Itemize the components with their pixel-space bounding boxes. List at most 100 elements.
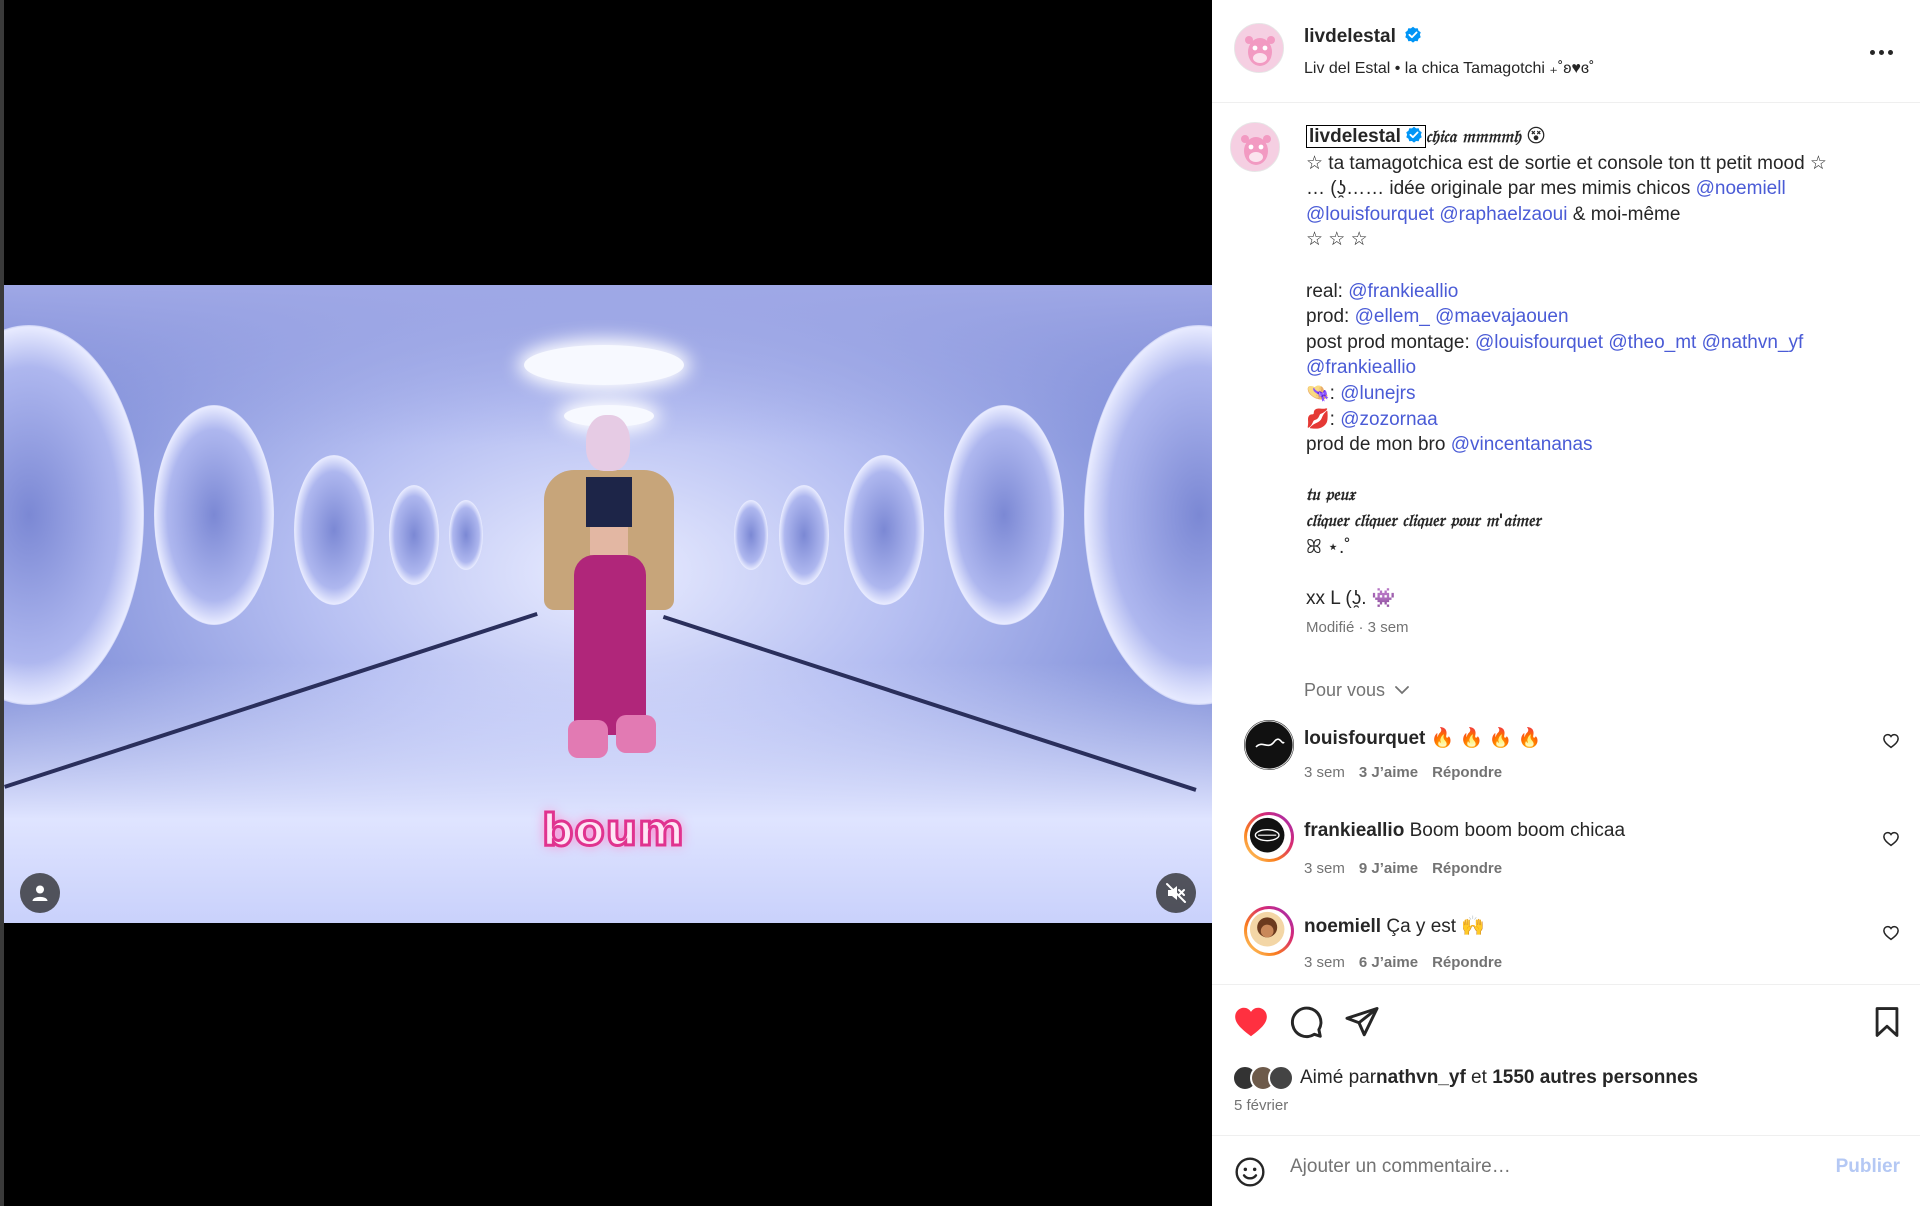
comment-input[interactable] [1290, 1156, 1810, 1178]
caption-line: real: @frankieallio [1306, 279, 1886, 305]
author-subtitle[interactable]: Liv del Estal • la chica Tamagotchi ₊˚ʚ♥… [1304, 58, 1594, 78]
mention-link[interactable]: @zozornaa [1340, 409, 1437, 430]
comment-body: frankieallio Boom boom boom chicaa [1304, 820, 1625, 842]
author-username[interactable]: livdelestal [1304, 26, 1396, 47]
comment-username[interactable]: noemiell [1304, 916, 1381, 937]
comment-reply-button[interactable]: Répondre [1432, 764, 1502, 781]
comment-filter-dropdown[interactable]: Pour vous [1304, 680, 1410, 701]
comment-bubble-icon[interactable] [1288, 1004, 1324, 1040]
comment-username[interactable]: louisfourquet [1304, 728, 1425, 749]
caption-line: @frankieallio [1306, 355, 1886, 381]
tunnel-porthole [449, 500, 483, 570]
mention-link[interactable]: @theo_mt [1608, 332, 1696, 353]
comment-like-heart-icon[interactable] [1882, 732, 1900, 750]
comment-time[interactable]: 3 sem [1304, 764, 1345, 781]
video-player[interactable]: boum [4, 285, 1212, 923]
tunnel-porthole [844, 455, 924, 605]
mention-link[interactable]: @raphaelzaoui [1439, 204, 1567, 225]
caption-text: prod de mon bro [1306, 434, 1451, 456]
media-pane: boum [0, 0, 1212, 1206]
mention-link[interactable]: @frankieallio [1306, 357, 1416, 378]
mention-link[interactable]: @noemiell [1696, 178, 1786, 199]
caption-text: prod: [1306, 306, 1355, 328]
mention-link[interactable]: @lunejrs [1340, 383, 1415, 404]
volume-muted-icon [1166, 883, 1186, 903]
emoji-smiley-icon[interactable] [1234, 1156, 1266, 1188]
comment-likes[interactable]: 9 J’aime [1359, 860, 1418, 877]
caption-text: post prod montage: [1306, 331, 1475, 353]
comment-meta: 3 sem 3 J’aime Répondre [1304, 764, 1502, 781]
caption-title: 𝔠𝔥𝔦𝔠𝔞 𝔪𝔪𝔪𝔪𝔥 [1425, 127, 1521, 147]
comment-like-heart-icon[interactable] [1882, 830, 1900, 848]
mention-link[interactable]: @maevajaouen [1435, 306, 1568, 327]
comment-item: louisfourquet 🔥 🔥 🔥 🔥 3 sem 3 J’aime Répon… [1230, 720, 1900, 800]
comment-avatar[interactable] [1244, 812, 1294, 862]
comment-time[interactable]: 3 sem [1304, 860, 1345, 877]
caption-line: xx L (ʖ̯. 👾 [1306, 587, 1396, 609]
caption-line: prod de mon bro @vincentananas [1306, 432, 1886, 458]
likes-middle: et [1465, 1067, 1493, 1088]
subject-boot [616, 715, 656, 753]
caption-username-box[interactable]: livdelestal [1306, 125, 1426, 148]
subject-boot [568, 720, 608, 758]
tagged-users-button[interactable] [20, 873, 60, 913]
likes-summary[interactable]: Aimé par nathvn_yf et 1550 autres person… [1232, 1065, 1698, 1091]
video-sticker-text: boum [541, 804, 686, 858]
mention-link[interactable]: @vincentananas [1451, 434, 1593, 455]
caption-line: livdelestal 𝔠𝔥𝔦𝔠𝔞 𝔪𝔪𝔪𝔪𝔥 😵 [1306, 124, 1886, 151]
caption-line: 💋: @zozornaa [1306, 408, 1438, 430]
mute-button[interactable] [1156, 873, 1196, 913]
comment-text: Boom boom boom chicaa [1409, 820, 1626, 841]
comments-scroll-area[interactable]: livdelestal 𝔠𝔥𝔦𝔠𝔞 𝔪𝔪𝔪𝔪𝔥 😵 ☆ ta tamagotchi… [1212, 104, 1920, 984]
author-name-row: livdelestal [1304, 26, 1422, 48]
author-avatar[interactable] [1234, 23, 1284, 73]
comment-avatar[interactable] [1244, 720, 1294, 770]
post-date[interactable]: 5 février [1234, 1097, 1288, 1114]
comment-likes[interactable]: 6 J’aime [1359, 954, 1418, 971]
subject-belly [590, 527, 628, 555]
comment-likes[interactable]: 3 J’aime [1359, 764, 1418, 781]
video-subject [534, 415, 684, 775]
caption-line: … (ʖ̯…… idée originale par mes mimis chi… [1306, 176, 1886, 202]
logo-avatar-icon [1247, 815, 1291, 859]
verified-badge-icon [1406, 126, 1422, 143]
comment-username[interactable]: frankieallio [1304, 820, 1404, 841]
chevron-down-icon [1395, 686, 1409, 695]
caption-title-emoji: 😵 [1526, 126, 1546, 147]
share-paper-plane-icon[interactable] [1344, 1004, 1380, 1040]
caption-line: post prod montage: @louisfourquet @theo_… [1306, 330, 1886, 356]
comment-time[interactable]: 3 sem [1304, 954, 1345, 971]
likes-user[interactable]: nathvn_yf [1376, 1067, 1466, 1089]
caption-author-avatar[interactable] [1230, 122, 1280, 172]
comment-reply-button[interactable]: Répondre [1432, 954, 1502, 971]
likes-others[interactable]: 1550 autres personnes [1492, 1067, 1698, 1089]
caption-username[interactable]: livdelestal [1309, 126, 1401, 147]
signature-logo-avatar-icon [1244, 720, 1294, 770]
mention-link[interactable]: @nathvn_yf [1702, 332, 1804, 353]
like-heart-filled-icon[interactable] [1232, 1003, 1270, 1041]
liker-avatar [1268, 1065, 1294, 1091]
pink-panther-avatar-icon [1235, 24, 1283, 72]
caption-line: prod: @ellem_ @maevajaouen [1306, 304, 1886, 330]
mention-link[interactable]: @louisfourquet [1306, 204, 1434, 225]
more-options-icon[interactable] [1870, 38, 1898, 66]
caption-modified: Modifié · 3 sem [1306, 619, 1409, 637]
comment-reply-button[interactable]: Répondre [1432, 860, 1502, 877]
caption-line: @louisfourquet @raphaelzaoui & moi-même [1306, 202, 1886, 228]
post-caption: livdelestal 𝔠𝔥𝔦𝔠𝔞 𝔪𝔪𝔪𝔪𝔥 😵 ☆ ta tamagotchi… [1306, 124, 1886, 641]
lips-emoji: 💋 [1306, 408, 1330, 430]
save-bookmark-icon[interactable] [1870, 1005, 1904, 1039]
mention-link[interactable]: @ellem_ [1355, 306, 1430, 327]
mention-link[interactable]: @louisfourquet [1475, 332, 1603, 353]
cartoon-avatar-icon [1247, 909, 1291, 953]
user-icon [32, 885, 48, 901]
subject-top [586, 477, 632, 527]
comment-avatar[interactable] [1244, 906, 1294, 956]
caption-line: ꕤ ⋆.˚ [1306, 536, 1351, 558]
publish-button[interactable]: Publier [1836, 1156, 1900, 1178]
comment-item: noemiell Ça y est 🙌 3 sem 6 J’aime Répondr… [1230, 906, 1900, 984]
mention-link[interactable]: @frankieallio [1348, 281, 1458, 302]
comment-like-heart-icon[interactable] [1882, 924, 1900, 942]
